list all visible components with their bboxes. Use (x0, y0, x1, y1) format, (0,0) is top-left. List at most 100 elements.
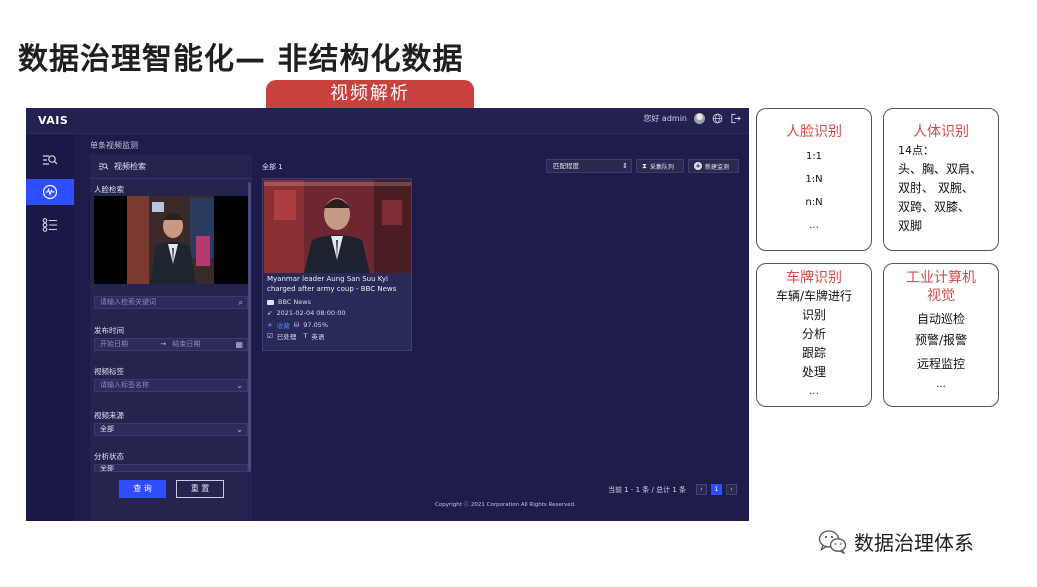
sidebar-item-monitor[interactable] (26, 179, 74, 205)
face-search-label: 人脸检索 (94, 185, 124, 194)
calendar-icon: ▦ (235, 340, 243, 349)
pagination: 当前 1 - 1 条 / 总计 1 条 ‹ 1 › (608, 484, 737, 495)
box-title: 工业计算机视觉 (906, 270, 976, 304)
keyword-search-input[interactable]: 请输入检索关键词 ⌕ (94, 296, 248, 309)
greeting-text: 您好 admin (643, 114, 687, 123)
top-bar: VAIS 您好 admin (26, 108, 749, 134)
filter-panel-header: 视频检索 (98, 161, 146, 172)
license-plate-box: 车牌识别 车辆/车牌进行 识别 分析 跟踪 处理 ... (756, 263, 872, 407)
video-title[interactable]: Myanmar leader Aung San Suu Kyi charged … (267, 275, 411, 294)
wechat-icon (818, 529, 847, 554)
divider (90, 178, 252, 179)
video-result-card[interactable]: Myanmar leader Aung San Suu Kyi charged … (262, 178, 412, 351)
avatar[interactable] (694, 113, 705, 124)
keyword-placeholder: 请输入检索关键词 (100, 298, 156, 306)
sidebar-item-list[interactable] (26, 212, 74, 238)
star-icon[interactable]: ★ (267, 321, 273, 329)
video-meta-row: ★ 收藏 ⛁ 97.05% (267, 320, 328, 330)
publish-time-label: 发布时间 (94, 326, 124, 335)
video-source-label: 视频来源 (94, 411, 124, 420)
box-line: n:N (805, 197, 823, 208)
date-range-picker[interactable]: 开始日期 → 结束日期 ▦ (94, 338, 248, 351)
box-line: ... (809, 220, 819, 231)
analysis-status-label: 分析状态 (94, 452, 124, 461)
box-line: 识别 (801, 308, 826, 322)
watermark-text: 数据治理体系 (854, 531, 974, 555)
source-value: 全部 (100, 425, 114, 433)
box-line: 双跨、双膝、 (898, 200, 971, 214)
box-line: 14点： (898, 144, 934, 157)
collect-queue-button[interactable]: ⧗ 采集队列 (636, 159, 684, 173)
face-recognition-box: 人脸识别 1:1 1:N n:N ... (756, 108, 872, 251)
breadcrumb: 单条视频监测 (90, 141, 138, 150)
search-icon: ⌕ (238, 298, 243, 307)
box-line: 处理 (801, 365, 826, 379)
status-value: 全部 (100, 464, 114, 472)
video-source-row: BBC News (267, 298, 311, 306)
waveform-icon (42, 184, 58, 200)
box-line: 远程监控 (916, 357, 965, 371)
sidebar (26, 134, 74, 521)
sort-select[interactable]: 匹配程度 ⇕ (546, 159, 632, 173)
new-monitor-button[interactable]: + 新建监测 (688, 159, 739, 173)
collect-queue-label: 采集队列 (649, 163, 674, 171)
box-line: 头、胸、双肩、 (898, 162, 983, 176)
next-page-button[interactable]: › (726, 484, 737, 495)
sort-select-value: 匹配程度 (553, 162, 579, 170)
box-line: 1:1 (805, 151, 823, 162)
page-1-button[interactable]: 1 (711, 484, 722, 495)
checkbox-icon: ☑ (267, 332, 273, 340)
box-line: 双肘、 双腕、 (898, 181, 974, 195)
box-line: 车辆/车牌进行 (775, 289, 853, 303)
video-status: 已处理 (276, 333, 297, 341)
watermark: 数据治理体系 (818, 527, 974, 556)
logout-icon[interactable] (730, 113, 741, 124)
box-title: 人体识别 (913, 124, 969, 140)
query-button[interactable]: 查 询 (119, 480, 166, 498)
app-brand: VAIS (38, 114, 69, 127)
scrollbar[interactable] (248, 182, 251, 472)
top-right-controls: 您好 admin (643, 113, 741, 124)
chevron-down-icon: ⌄ (236, 381, 243, 390)
box-line: ... (809, 386, 819, 397)
new-monitor-label: 新建监测 (705, 163, 730, 171)
prev-page-button[interactable]: ‹ (696, 484, 707, 495)
face-preview-image (94, 196, 248, 284)
video-date-row: ➶ 2021-02-04 08:00:00 (267, 309, 346, 317)
slide-title: 数据治理智能化— 非结构化数据 (18, 42, 464, 77)
video-thumbnail[interactable] (264, 180, 411, 273)
match-score: 97.05% (303, 321, 329, 329)
video-tag-select[interactable]: 请输入标签名称 ⌄ (94, 379, 248, 392)
vais-app-window: VAIS 您好 admin 单条视频监测 视频检索 人脸检索 请输入检索关键词 … (26, 108, 749, 521)
video-source-select[interactable]: 全部 ⌄ (94, 423, 248, 436)
box-line: 1:N (805, 174, 823, 185)
box-line: 双脚 (898, 219, 923, 233)
box-line: 预警/报警 (914, 333, 968, 347)
end-date-placeholder: 结束日期 (172, 340, 201, 348)
start-date-placeholder: 开始日期 (100, 340, 128, 348)
video-status-row: ☑ 已处理 T 英语 (267, 331, 324, 341)
search-list-icon (99, 163, 109, 170)
chevron-down-icon: ⌄ (236, 425, 243, 434)
match-icon: ⛁ (293, 321, 300, 329)
plus-circle-icon: + (694, 162, 702, 170)
face-image-upload[interactable] (94, 196, 248, 284)
text-icon: T (303, 332, 308, 340)
box-line: 分析 (801, 327, 826, 341)
favorite-label[interactable]: 收藏 (277, 320, 290, 330)
list-settings-icon (42, 218, 57, 232)
sidebar-item-search[interactable] (26, 147, 74, 173)
box-line: ... (936, 379, 946, 390)
industrial-vision-box: 工业计算机视觉 自动巡检 预警/报警 远程监控 ... (883, 263, 999, 407)
box-line: 跟踪 (801, 346, 826, 360)
box-title: 人脸识别 (786, 124, 842, 140)
analysis-status-select[interactable]: 全部 (94, 464, 248, 472)
globe-icon[interactable] (712, 113, 723, 124)
tag-placeholder: 请输入标签名称 (100, 381, 149, 389)
video-source: BBC News (278, 298, 311, 306)
reset-button[interactable]: 重 置 (176, 480, 224, 498)
send-icon: ➶ (267, 309, 273, 317)
video-datetime: 2021-02-04 08:00:00 (276, 309, 346, 317)
filter-panel: 视频检索 人脸检索 请输入检索关键词 ⌕ 发布时间 开始日期 → 结束日期 ▦ … (90, 154, 252, 521)
box-lines: 14点： 头、胸、双肩、 双肘、 双腕、 双跨、双膝、 双脚 (884, 141, 998, 236)
